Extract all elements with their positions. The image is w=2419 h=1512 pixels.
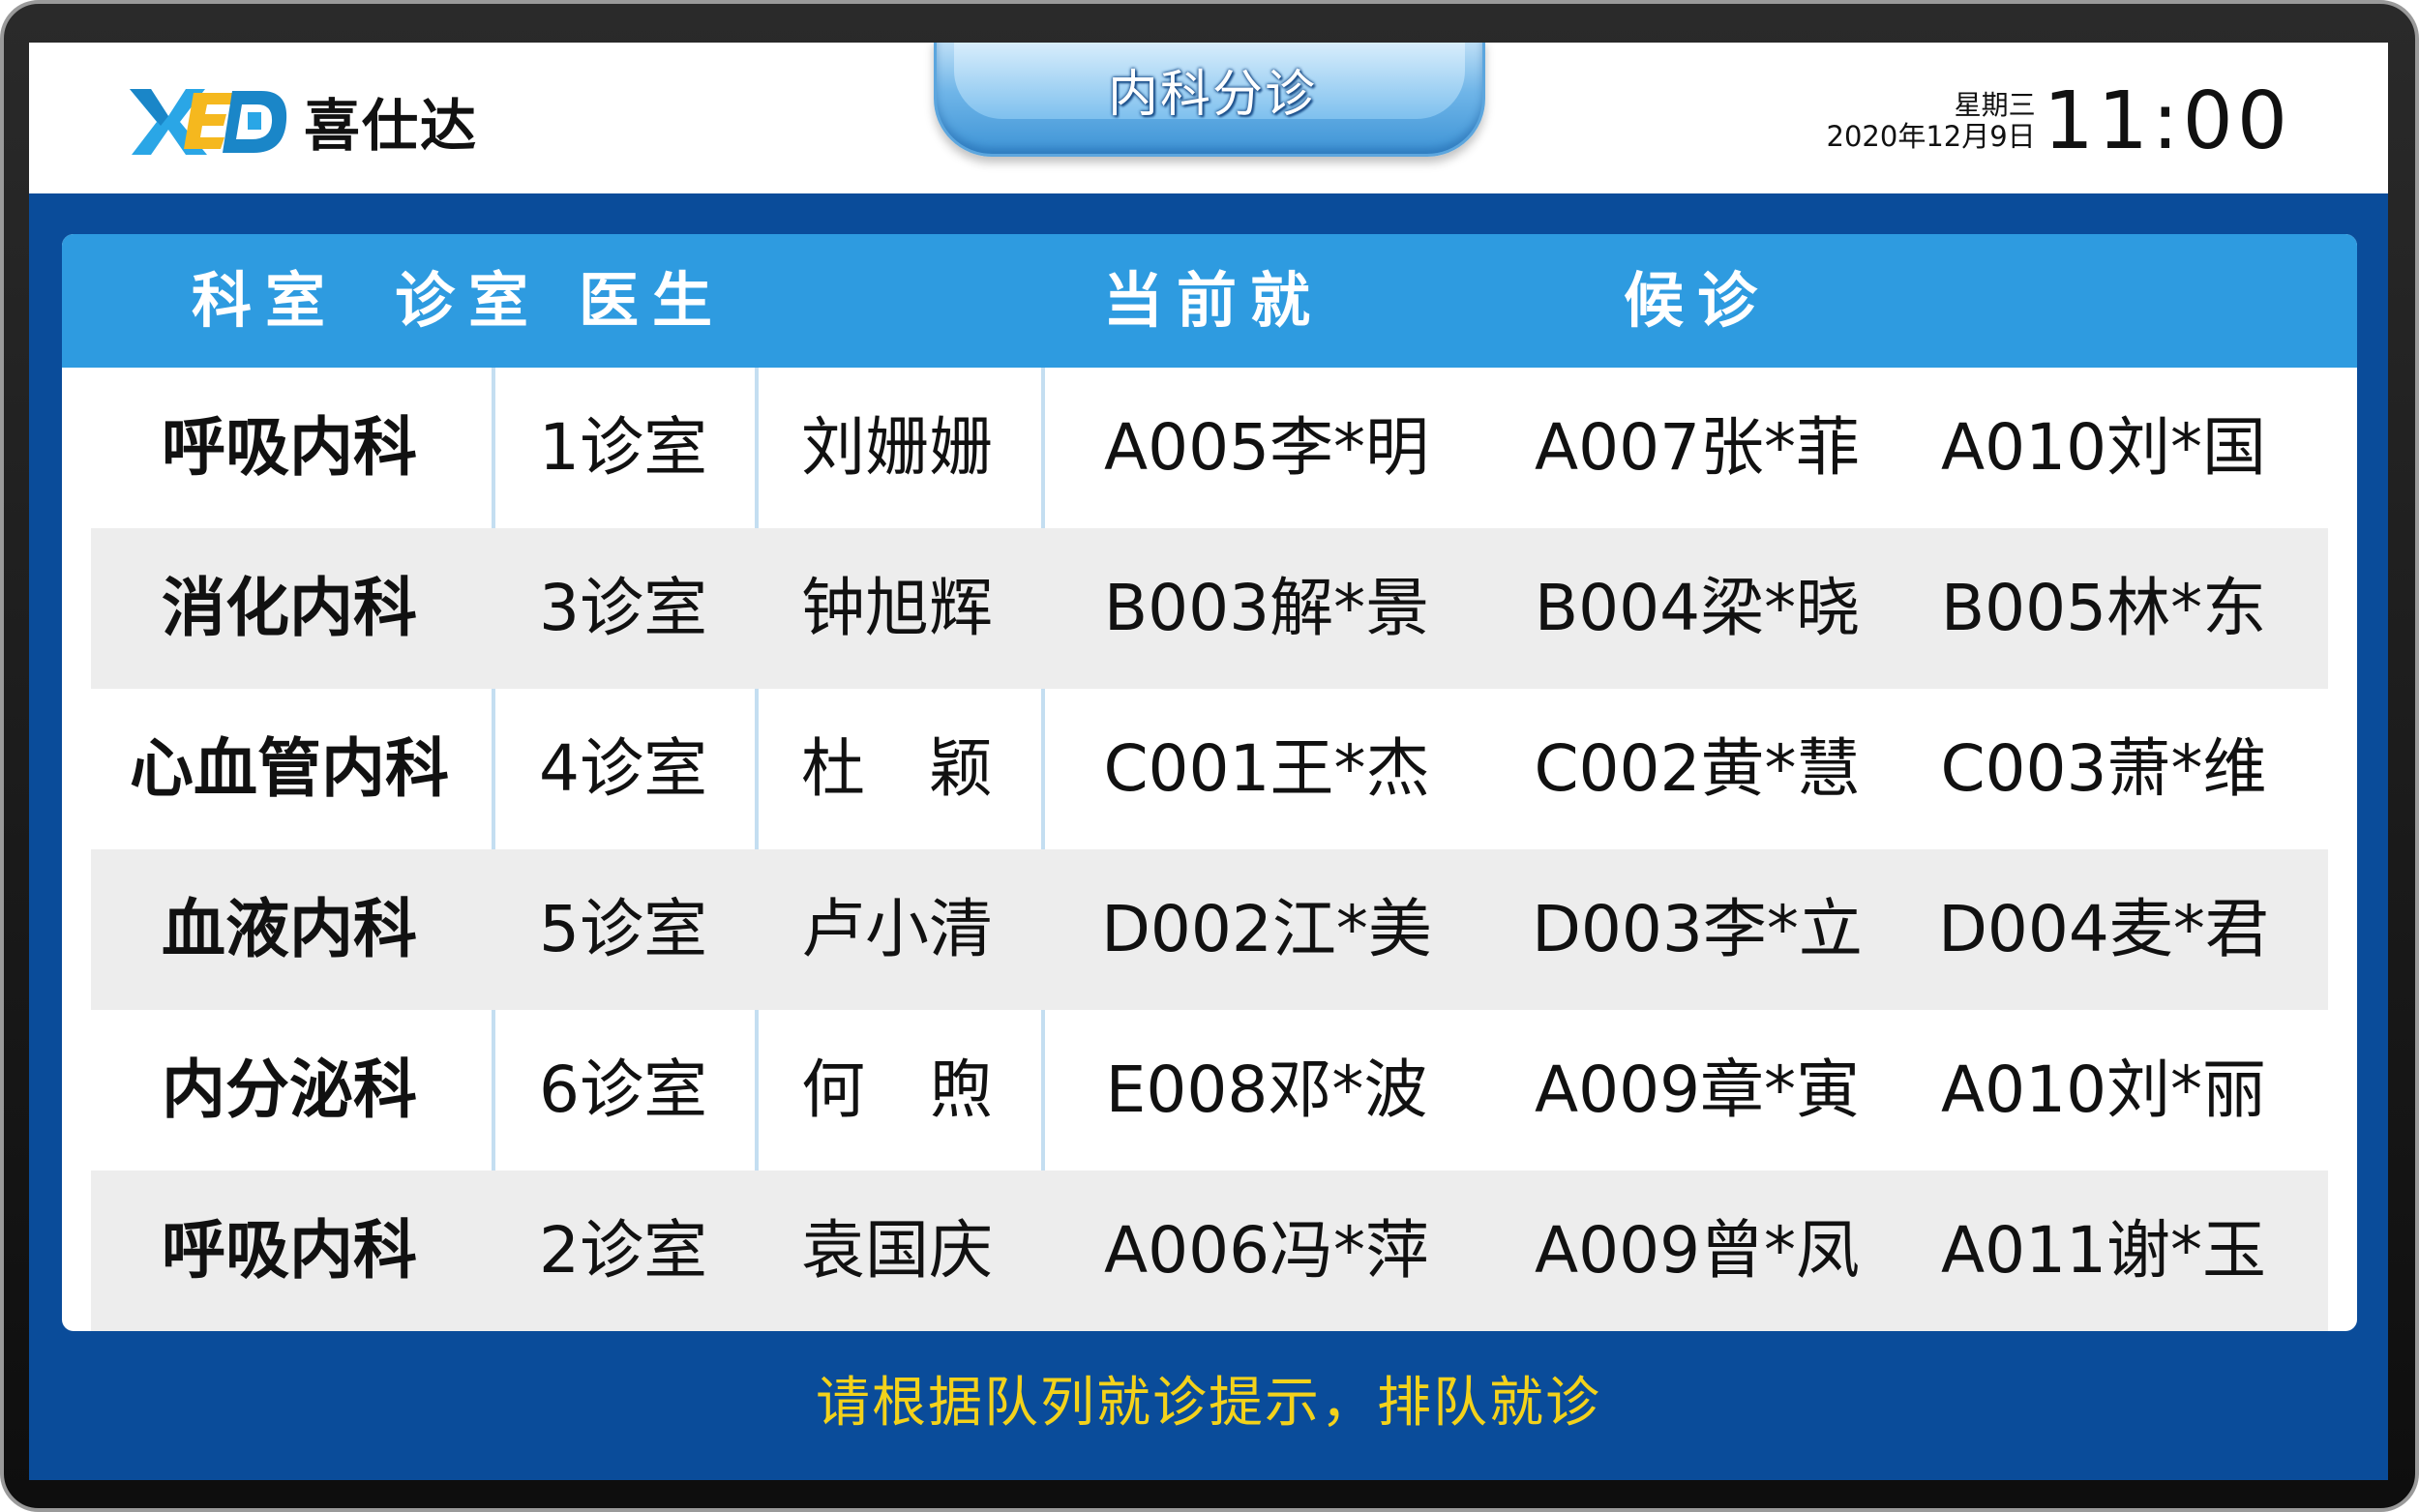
table-row: 呼吸内科 1诊室 刘姗姗 A005李*明 A007张*菲 A010刘*国	[91, 368, 2328, 528]
doctor-cell: 卢小清	[801, 892, 993, 966]
dept-cell: 心血管内科	[130, 731, 449, 806]
waiting-patient-cell: A010刘*国	[1940, 410, 2267, 485]
header-current: 当前就诊	[1102, 265, 1324, 469]
room-cell: 5诊室	[539, 892, 707, 966]
room-cell: 2诊室	[539, 1213, 707, 1288]
table-row: 消化内科 3诊室 钟旭辉 B003解*景 B004梁*晓 B005林*东	[91, 528, 2328, 689]
clock-time: 11:00	[2043, 75, 2291, 167]
header-waiting: 候诊	[1623, 265, 1771, 336]
waiting-patient-cell: A009章*寅	[1534, 1052, 1861, 1127]
dept-cell: 呼吸内科	[162, 1213, 417, 1288]
company-logo: 喜仕达	[126, 77, 478, 164]
current-patient-cell: E008邓*波	[1105, 1052, 1428, 1127]
page-title: 内科分诊	[1107, 66, 1317, 124]
doctor-cell: 袁国庆	[801, 1213, 993, 1288]
doctor-cell: 何 煦	[801, 1052, 993, 1127]
doctor-cell: 杜 颖	[801, 731, 993, 806]
header-doctor: 医生	[578, 265, 726, 336]
doctor-cell: 刘姗姗	[801, 410, 993, 485]
waiting-patient-cell: A011谢*玉	[1940, 1213, 2267, 1288]
dept-cell: 消化内科	[162, 571, 417, 645]
display-screen: 喜仕达 星期三 2020年12月9日 11:00 内科分诊 科室 诊室 医生 当…	[29, 43, 2388, 1480]
date-label: 2020年12月9日	[1826, 119, 2036, 153]
table-row: 呼吸内科 2诊室 袁国庆 A006冯*萍 A009曾*凤 A011谢*玉	[91, 1171, 2328, 1331]
table-header: 科室 诊室 医生 当前就诊 候诊	[62, 234, 2357, 469]
dept-cell: 内分泌科	[162, 1052, 417, 1127]
waiting-patient-cell: D003李*立	[1532, 892, 1863, 966]
current-patient-cell: A006冯*萍	[1103, 1213, 1430, 1288]
table-row: 心血管内科 4诊室 杜 颖 C001王*杰 C002黄*慧 C003萧*维	[91, 689, 2328, 849]
waiting-patient-cell: A010刘*丽	[1940, 1052, 2267, 1127]
queue-table: 科室 诊室 医生 当前就诊 候诊 呼吸内科 1诊室 刘姗姗 A005李*明 A0…	[62, 234, 2357, 1331]
current-patient-cell: A005李*明	[1103, 410, 1430, 485]
weekday-label: 星期三	[1954, 88, 2036, 121]
waiting-patient-cell: D004麦*君	[1938, 892, 2269, 966]
room-cell: 4诊室	[539, 731, 707, 806]
room-cell: 6诊室	[539, 1052, 707, 1127]
doctor-cell: 钟旭辉	[801, 571, 993, 645]
datetime-display: 星期三 2020年12月9日 11:00	[1827, 75, 2291, 167]
date-stack: 星期三 2020年12月9日	[1826, 88, 2036, 154]
current-patient-cell: B003解*景	[1103, 571, 1430, 645]
waiting-patient-cell: A007张*菲	[1534, 410, 1861, 485]
logo-mark-icon	[130, 89, 287, 155]
queue-notice: 请根据队列就诊提示，排队就诊	[816, 1372, 1601, 1435]
table-row: 血液内科 5诊室 卢小清 D002江*美 D003李*立 D004麦*君	[91, 849, 2328, 1010]
monitor-bezel: 喜仕达 星期三 2020年12月9日 11:00 内科分诊 科室 诊室 医生 当…	[0, 0, 2419, 1512]
waiting-patient-cell: B005林*东	[1940, 571, 2267, 645]
title-tab: 内科分诊	[934, 43, 1485, 157]
room-cell: 3诊室	[539, 571, 707, 645]
waiting-patient-cell: C003萧*维	[1940, 731, 2267, 806]
waiting-patient-cell: B004梁*晓	[1534, 571, 1861, 645]
current-patient-cell: C001王*杰	[1103, 731, 1430, 806]
dept-cell: 血液内科	[162, 892, 417, 966]
dept-cell: 呼吸内科	[162, 410, 417, 485]
current-patient-cell: D002江*美	[1101, 892, 1432, 966]
waiting-patient-cell: A009曾*凤	[1534, 1213, 1861, 1288]
table-row: 内分泌科 6诊室 何 煦 E008邓*波 A009章*寅 A010刘*丽	[91, 1010, 2328, 1171]
room-cell: 1诊室	[539, 410, 707, 485]
waiting-patient-cell: C002黄*慧	[1534, 731, 1861, 806]
logo-text: 喜仕达	[304, 93, 479, 159]
